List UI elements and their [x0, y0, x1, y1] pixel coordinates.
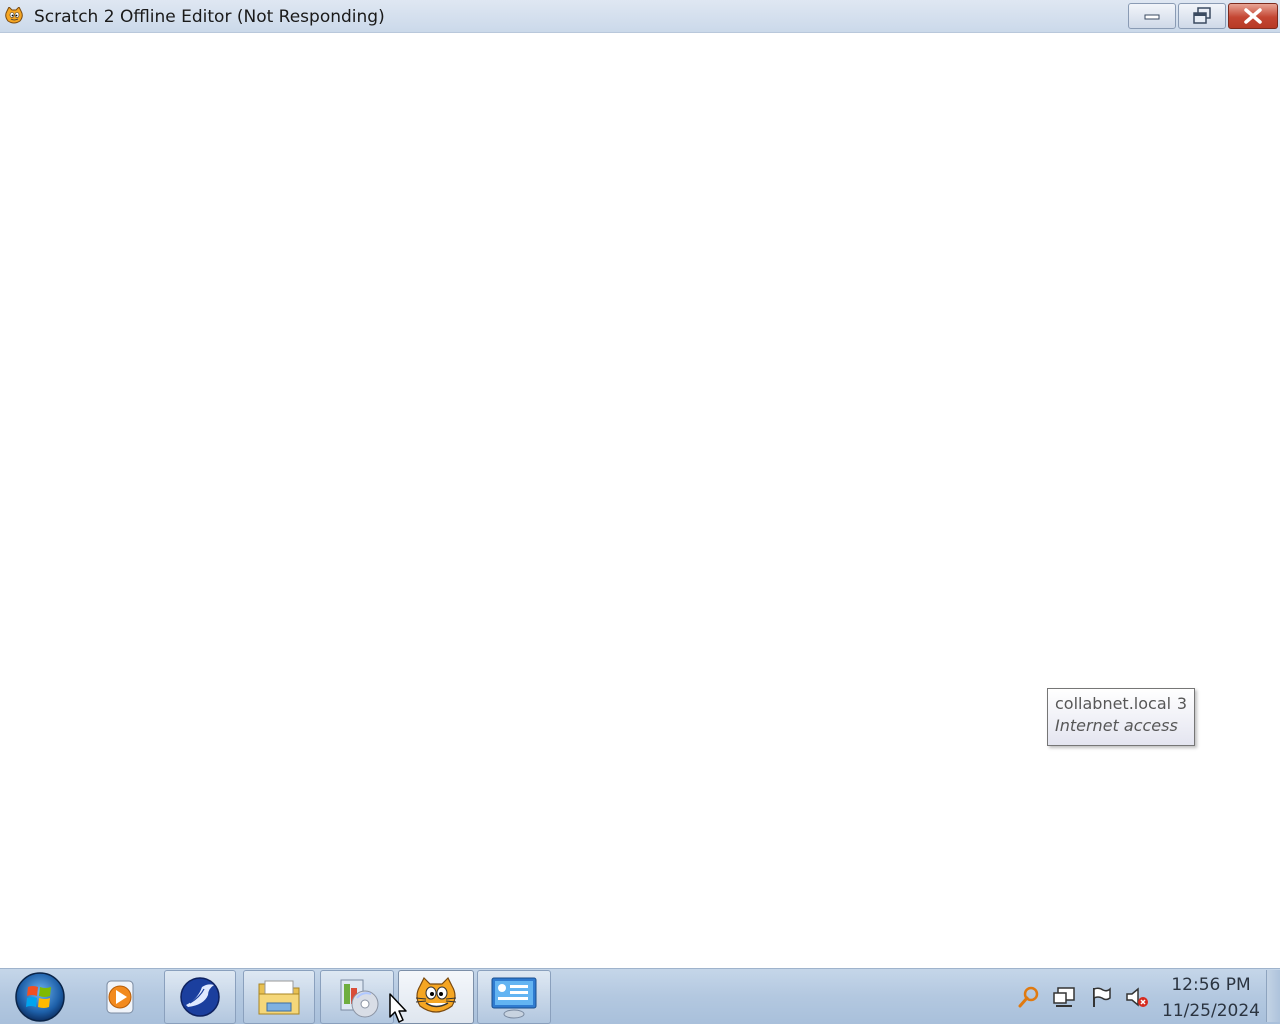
clock-time: 12:56 PM	[1171, 975, 1251, 995]
network-number: 3	[1176, 694, 1187, 713]
windows-media-player-icon	[106, 980, 134, 1014]
taskbar-item-seamonkey[interactable]	[164, 970, 236, 1024]
taskbar-clock[interactable]: 12:56 PM 11/25/2024	[1160, 972, 1262, 1024]
seamonkey-icon	[180, 977, 220, 1017]
start-button[interactable]	[12, 971, 68, 1023]
taskbar-item-scratch[interactable]	[398, 970, 474, 1024]
minimize-icon	[1144, 14, 1160, 20]
clock-date: 11/25/2024	[1162, 1001, 1260, 1021]
file-explorer-icon	[258, 980, 300, 1015]
scratch-window: Scratch 2 Offline Editor (Not Responding…	[0, 0, 1280, 968]
restore-icon	[1193, 7, 1211, 24]
close-button[interactable]	[1228, 3, 1278, 29]
scratch-cat-icon	[415, 976, 457, 1013]
mouse-cursor-icon	[389, 993, 407, 1023]
tray-action-center[interactable]	[1088, 984, 1114, 1010]
tray-network[interactable]	[1052, 984, 1078, 1010]
volume-muted-icon	[1126, 987, 1148, 1007]
network-status: Internet access	[1055, 716, 1178, 735]
network-name: collabnet.local	[1055, 694, 1172, 713]
scratch-cat-icon	[5, 7, 23, 24]
taskbar-item-file-explorer[interactable]	[243, 970, 315, 1024]
restore-button[interactable]	[1178, 3, 1226, 29]
tray-volume[interactable]	[1124, 984, 1150, 1010]
disc-installer-icon	[340, 979, 379, 1018]
show-desktop-button[interactable]	[1266, 970, 1280, 1022]
tray-search[interactable]	[1016, 984, 1042, 1010]
taskbar-item-remote-desktop[interactable]	[477, 970, 551, 1024]
editor-content-area	[0, 33, 1280, 968]
network-tooltip: collabnet.local 3 Internet access	[1047, 688, 1195, 746]
search-key-icon	[1018, 986, 1039, 1008]
title-bar[interactable]: Scratch 2 Offline Editor (Not Responding…	[0, 0, 1280, 33]
window-title: Scratch 2 Offline Editor (Not Responding…	[34, 7, 385, 27]
taskbar-item-media-player[interactable]	[86, 970, 156, 1024]
action-center-flag-icon	[1093, 987, 1111, 1007]
taskbar-item-installer[interactable]	[320, 970, 394, 1024]
close-icon	[1244, 8, 1262, 24]
remote-desktop-icon	[491, 977, 537, 1019]
minimize-button[interactable]	[1128, 3, 1176, 29]
network-icon	[1053, 987, 1075, 1007]
